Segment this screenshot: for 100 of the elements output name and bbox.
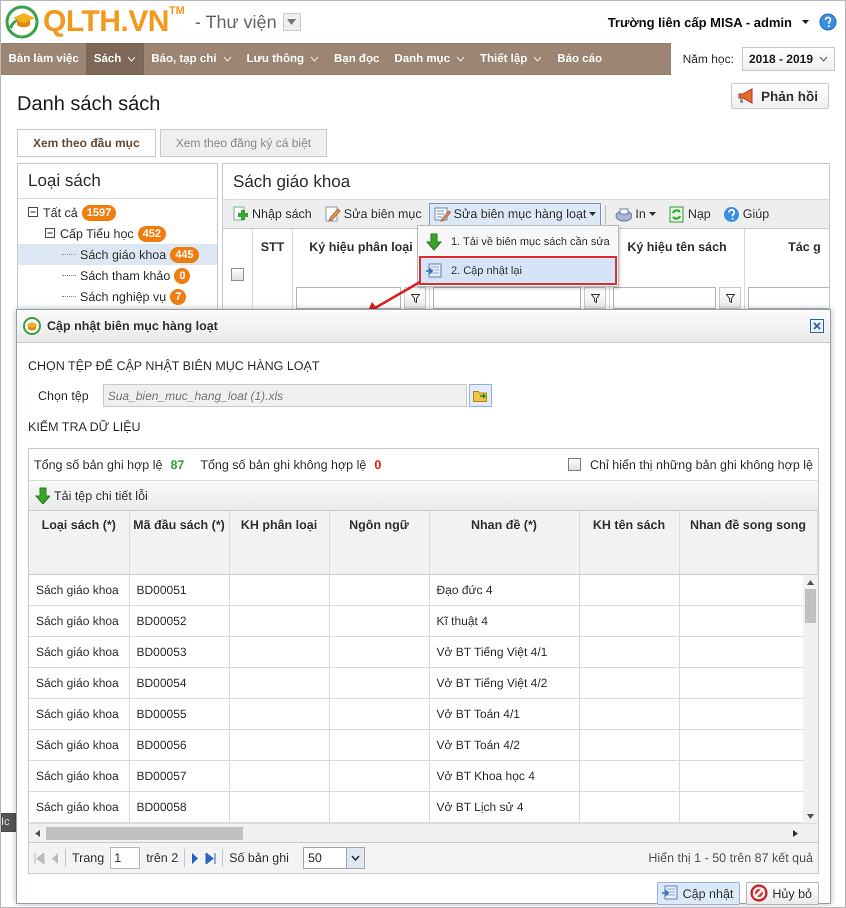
- cap-logo-icon: [23, 317, 41, 335]
- caret-icon: [127, 56, 136, 62]
- panel-title: Loại sách: [18, 164, 217, 199]
- section-heading: KIỂM TRA DỮ LIỆU: [28, 420, 142, 436]
- toolbar-button[interactable]: Sửa biên mục: [318, 202, 427, 226]
- cap-logo-icon: [5, 5, 39, 39]
- filter-button[interactable]: [584, 287, 606, 309]
- filter-field[interactable]: [748, 287, 829, 309]
- pager-label: Trang: [72, 851, 104, 865]
- caret-icon: [648, 212, 656, 216]
- pencil-list-icon: [434, 206, 451, 222]
- module-name: - Thư viện: [194, 12, 277, 32]
- next-page-icon[interactable]: [191, 852, 200, 864]
- vertical-scrollbar[interactable]: [803, 575, 818, 823]
- checkbox[interactable]: [231, 268, 244, 281]
- menu-item[interactable]: 1. Tải về biên mục sách cần sửa: [419, 227, 617, 256]
- table-cell: BD00054: [129, 668, 229, 698]
- close-icon[interactable]: [810, 319, 824, 333]
- filter-icon: [590, 294, 600, 302]
- update-button[interactable]: Cập nhật: [656, 882, 740, 905]
- pencil-doc-icon: [324, 206, 341, 222]
- table-cell: Kĩ thuật 4: [429, 606, 579, 636]
- page-size-select[interactable]: 50: [302, 847, 365, 869]
- column-header: Loại sách (*): [29, 511, 129, 574]
- scroll-up-icon[interactable]: [807, 580, 814, 585]
- caret-icon: [350, 855, 360, 861]
- toolbar-button[interactable]: Nhập sách: [227, 202, 317, 226]
- checkbox-label[interactable]: Chỉ hiển thị những bản ghi không hợp lệ: [590, 458, 813, 472]
- table-cell: Sách giáo khoa: [29, 698, 129, 730]
- caret-icon: [287, 19, 296, 25]
- invalid-count: 0: [374, 458, 382, 472]
- nav-tab[interactable]: Sách: [86, 43, 144, 75]
- tree-item[interactable]: Cấp Tiểu học: [60, 226, 134, 240]
- table-cell: Sách giáo khoa: [29, 606, 129, 636]
- column-header: STT: [260, 240, 284, 254]
- pager-label: trên 2: [146, 851, 178, 865]
- file-field[interactable]: Sua_bien_muc_hang_loat (1).xls: [102, 384, 467, 407]
- pager-label: Số bản ghi: [229, 851, 289, 865]
- horizontal-scrollbar[interactable]: [29, 823, 818, 842]
- user-menu[interactable]: Trường liên cấp MISA - admin: [608, 14, 792, 30]
- module-dropdown[interactable]: [282, 13, 301, 31]
- column-header: Ngôn ngữ: [329, 511, 429, 574]
- menu-item[interactable]: 2. Cập nhật lại: [419, 256, 617, 285]
- table-arrow-icon: [425, 262, 443, 280]
- printer-icon: [615, 206, 632, 222]
- table-cell: Sách giáo khoa: [29, 636, 129, 668]
- year-select[interactable]: 2018 - 2019: [742, 47, 835, 71]
- scrollbar-thumb[interactable]: [805, 589, 816, 623]
- help-icon[interactable]: [819, 13, 837, 31]
- field-label: Năm học:: [682, 52, 734, 66]
- filter-icon: [726, 294, 734, 302]
- toolbar-button[interactable]: Sửa biên mục hàng loạt: [428, 202, 602, 226]
- table-cell: BD00057: [129, 760, 229, 792]
- caret-icon: [819, 56, 828, 62]
- tree-item[interactable]: Tất cả: [43, 206, 78, 220]
- count-badge: 0: [174, 268, 190, 284]
- filter-button[interactable]: [404, 287, 426, 309]
- count-badge: 445: [170, 246, 199, 262]
- table-cell: BD00051: [129, 575, 229, 606]
- caret-icon: [589, 212, 596, 216]
- cancel-button[interactable]: Hủy bỏ: [746, 882, 819, 905]
- scroll-left-icon[interactable]: [35, 830, 40, 836]
- count-badge: 7: [170, 288, 186, 304]
- column-header: KH tên sách: [579, 511, 679, 574]
- filter-button[interactable]: [719, 287, 741, 309]
- toolbar-button[interactable]: Tải tệp chi tiết lỗi: [34, 487, 148, 504]
- logo-text: QLTH.VN: [43, 7, 169, 37]
- column-header: Nhan đề (*): [429, 511, 579, 574]
- trademark-mark: TM: [168, 5, 185, 17]
- last-page-icon[interactable]: [205, 852, 216, 864]
- feedback-button[interactable]: Phản hồi: [731, 83, 829, 109]
- collapse-icon[interactable]: [28, 207, 39, 218]
- panel-title: Sách giáo khoa: [232, 171, 352, 193]
- summary-label: Tổng số bản ghi không hợp lệ: [200, 458, 366, 472]
- column-header: Tác g: [788, 240, 821, 254]
- tree-item[interactable]: Sách tham khảo: [80, 268, 170, 282]
- toolbar-button[interactable]: In: [610, 202, 661, 226]
- view-tab[interactable]: Xem theo đầu mục: [17, 129, 156, 157]
- checkbox[interactable]: [568, 458, 582, 471]
- field-label: Chọn tệp: [38, 388, 89, 402]
- pager-summary: Hiển thị 1 - 50 trên 87 kết quả: [648, 851, 813, 865]
- page-field[interactable]: 1: [110, 847, 140, 869]
- toolbar-button[interactable]: Giúp: [718, 202, 774, 226]
- scroll-right-icon[interactable]: [793, 830, 798, 836]
- scrollbar-thumb[interactable]: [46, 826, 243, 840]
- table-cell: BD00052: [129, 606, 229, 636]
- browse-button[interactable]: [468, 384, 492, 407]
- scroll-down-icon[interactable]: [807, 814, 814, 819]
- column-header: Ký hiệu tên sách: [627, 240, 727, 254]
- filter-field[interactable]: [433, 287, 581, 309]
- filter-field[interactable]: [296, 287, 401, 309]
- table-cell: Vở BT Toán 4/1: [429, 698, 579, 730]
- tree-item[interactable]: Sách nghiệp vụ: [80, 290, 166, 304]
- down-arrow-icon: [425, 232, 443, 250]
- collapse-icon[interactable]: [45, 228, 56, 239]
- toolbar-button[interactable]: Nạp: [662, 202, 716, 226]
- filter-field[interactable]: [613, 287, 716, 309]
- side-label: Ic: [1, 813, 16, 832]
- table-cell: Sách giáo khoa: [29, 575, 129, 606]
- tree-item[interactable]: Sách giáo khoa: [80, 248, 166, 262]
